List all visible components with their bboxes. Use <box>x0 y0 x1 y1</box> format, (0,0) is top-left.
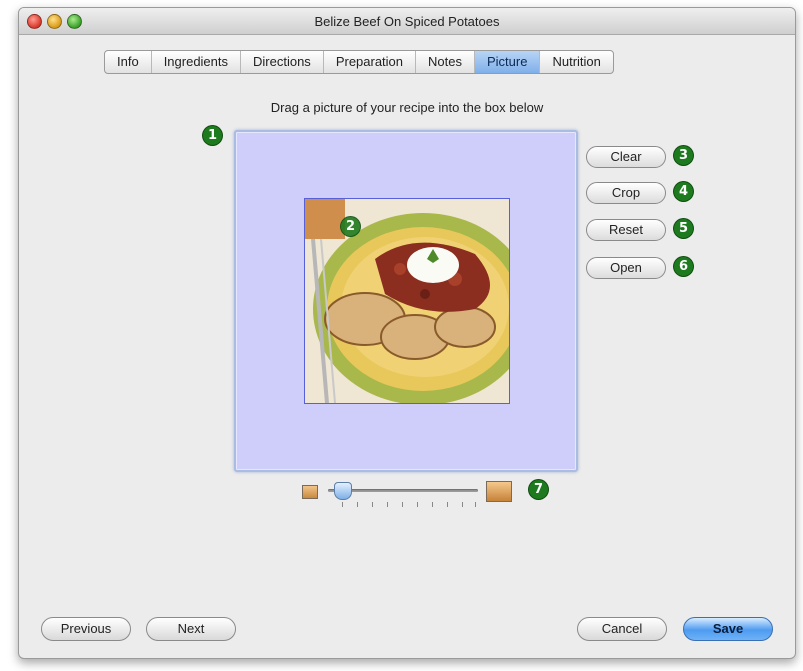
zoom-out-image-icon[interactable] <box>302 485 318 499</box>
tab-nutrition[interactable]: Nutrition <box>540 51 612 73</box>
callout-marker-3: 3 <box>674 146 693 165</box>
tab-picture[interactable]: Picture <box>475 51 541 73</box>
previous-button[interactable]: Previous <box>41 617 131 641</box>
recipe-window: Belize Beef On Spiced Potatoes Info Ingr… <box>18 7 796 659</box>
title-bar: Belize Beef On Spiced Potatoes <box>19 8 795 35</box>
tab-preparation[interactable]: Preparation <box>324 51 417 73</box>
save-button[interactable]: Save <box>683 617 773 641</box>
recipe-photo-image <box>305 199 509 403</box>
callout-marker-4: 4 <box>674 182 693 201</box>
next-button[interactable]: Next <box>146 617 236 641</box>
zoom-slider-ticks <box>342 502 476 508</box>
picture-drop-zone[interactable]: 2 <box>234 130 578 472</box>
tab-ingredients[interactable]: Ingredients <box>152 51 242 73</box>
tab-info[interactable]: Info <box>105 51 152 73</box>
zoom-slider-thumb[interactable] <box>333 482 352 500</box>
callout-marker-1: 1 <box>203 126 222 145</box>
tab-bar: Info Ingredients Directions Preparation … <box>104 50 614 74</box>
cancel-button[interactable]: Cancel <box>577 617 667 641</box>
window-title: Belize Beef On Spiced Potatoes <box>314 14 500 29</box>
tab-directions[interactable]: Directions <box>241 51 324 73</box>
tab-notes[interactable]: Notes <box>416 51 475 73</box>
zoom-slider-row <box>302 480 512 514</box>
crop-button[interactable]: Crop <box>586 182 666 204</box>
callout-marker-5: 5 <box>674 219 693 238</box>
drop-instructions: Drag a picture of your recipe into the b… <box>270 100 544 115</box>
callout-marker-6: 6 <box>674 257 693 276</box>
callout-marker-7: 7 <box>529 480 548 499</box>
recipe-photo[interactable]: 2 <box>304 198 510 404</box>
callout-marker-2: 2 <box>341 217 360 236</box>
open-button[interactable]: Open <box>586 257 666 279</box>
reset-button[interactable]: Reset <box>586 219 666 241</box>
zoom-in-image-icon[interactable] <box>486 481 512 502</box>
clear-button[interactable]: Clear <box>586 146 666 168</box>
